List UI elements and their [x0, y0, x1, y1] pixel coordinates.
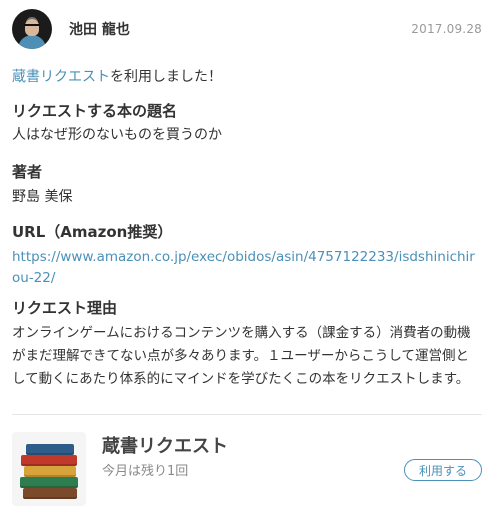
post-date: 2017.09.28	[411, 22, 482, 36]
book-title-value: 人はなぜ形のないものを買うのか	[12, 127, 222, 143]
book-url-link[interactable]: https://www.amazon.co.jp/exec/obidos/asi…	[12, 247, 482, 289]
url-heading: URL（Amazon推奨）	[12, 223, 173, 241]
book-stack-icon	[12, 432, 86, 506]
reason-value: オンラインゲームにおけるコンテンツを購入する（課金する）消費者の動機がまだ理解で…	[12, 325, 471, 387]
post-header: 池田 龍也 2017.09.28	[12, 6, 482, 52]
intro-suffix: を利用しました！	[110, 69, 222, 85]
reason-heading: リクエスト理由	[12, 299, 118, 317]
service-link[interactable]: 蔵書リクエスト	[12, 69, 110, 85]
remaining-count: 今月は残り1回	[102, 464, 189, 479]
service-card: 蔵書リクエスト 今月は残り1回 利用する	[12, 430, 482, 510]
service-title: 蔵書リクエスト	[102, 436, 228, 457]
author-heading: 著者	[12, 163, 43, 181]
intro-text: 蔵書リクエストを利用しました！	[12, 66, 222, 86]
book-title-heading: リクエストする本の題名	[12, 102, 178, 120]
user-avatar[interactable]	[12, 9, 52, 49]
use-button[interactable]: 利用する	[404, 459, 482, 481]
request-post: 池田 龍也 2017.09.28 蔵書リクエストを利用しました！ リクエストする…	[0, 0, 492, 518]
user-name[interactable]: 池田 龍也	[69, 19, 130, 39]
divider	[12, 414, 482, 415]
author-value: 野島 美保	[12, 189, 73, 205]
